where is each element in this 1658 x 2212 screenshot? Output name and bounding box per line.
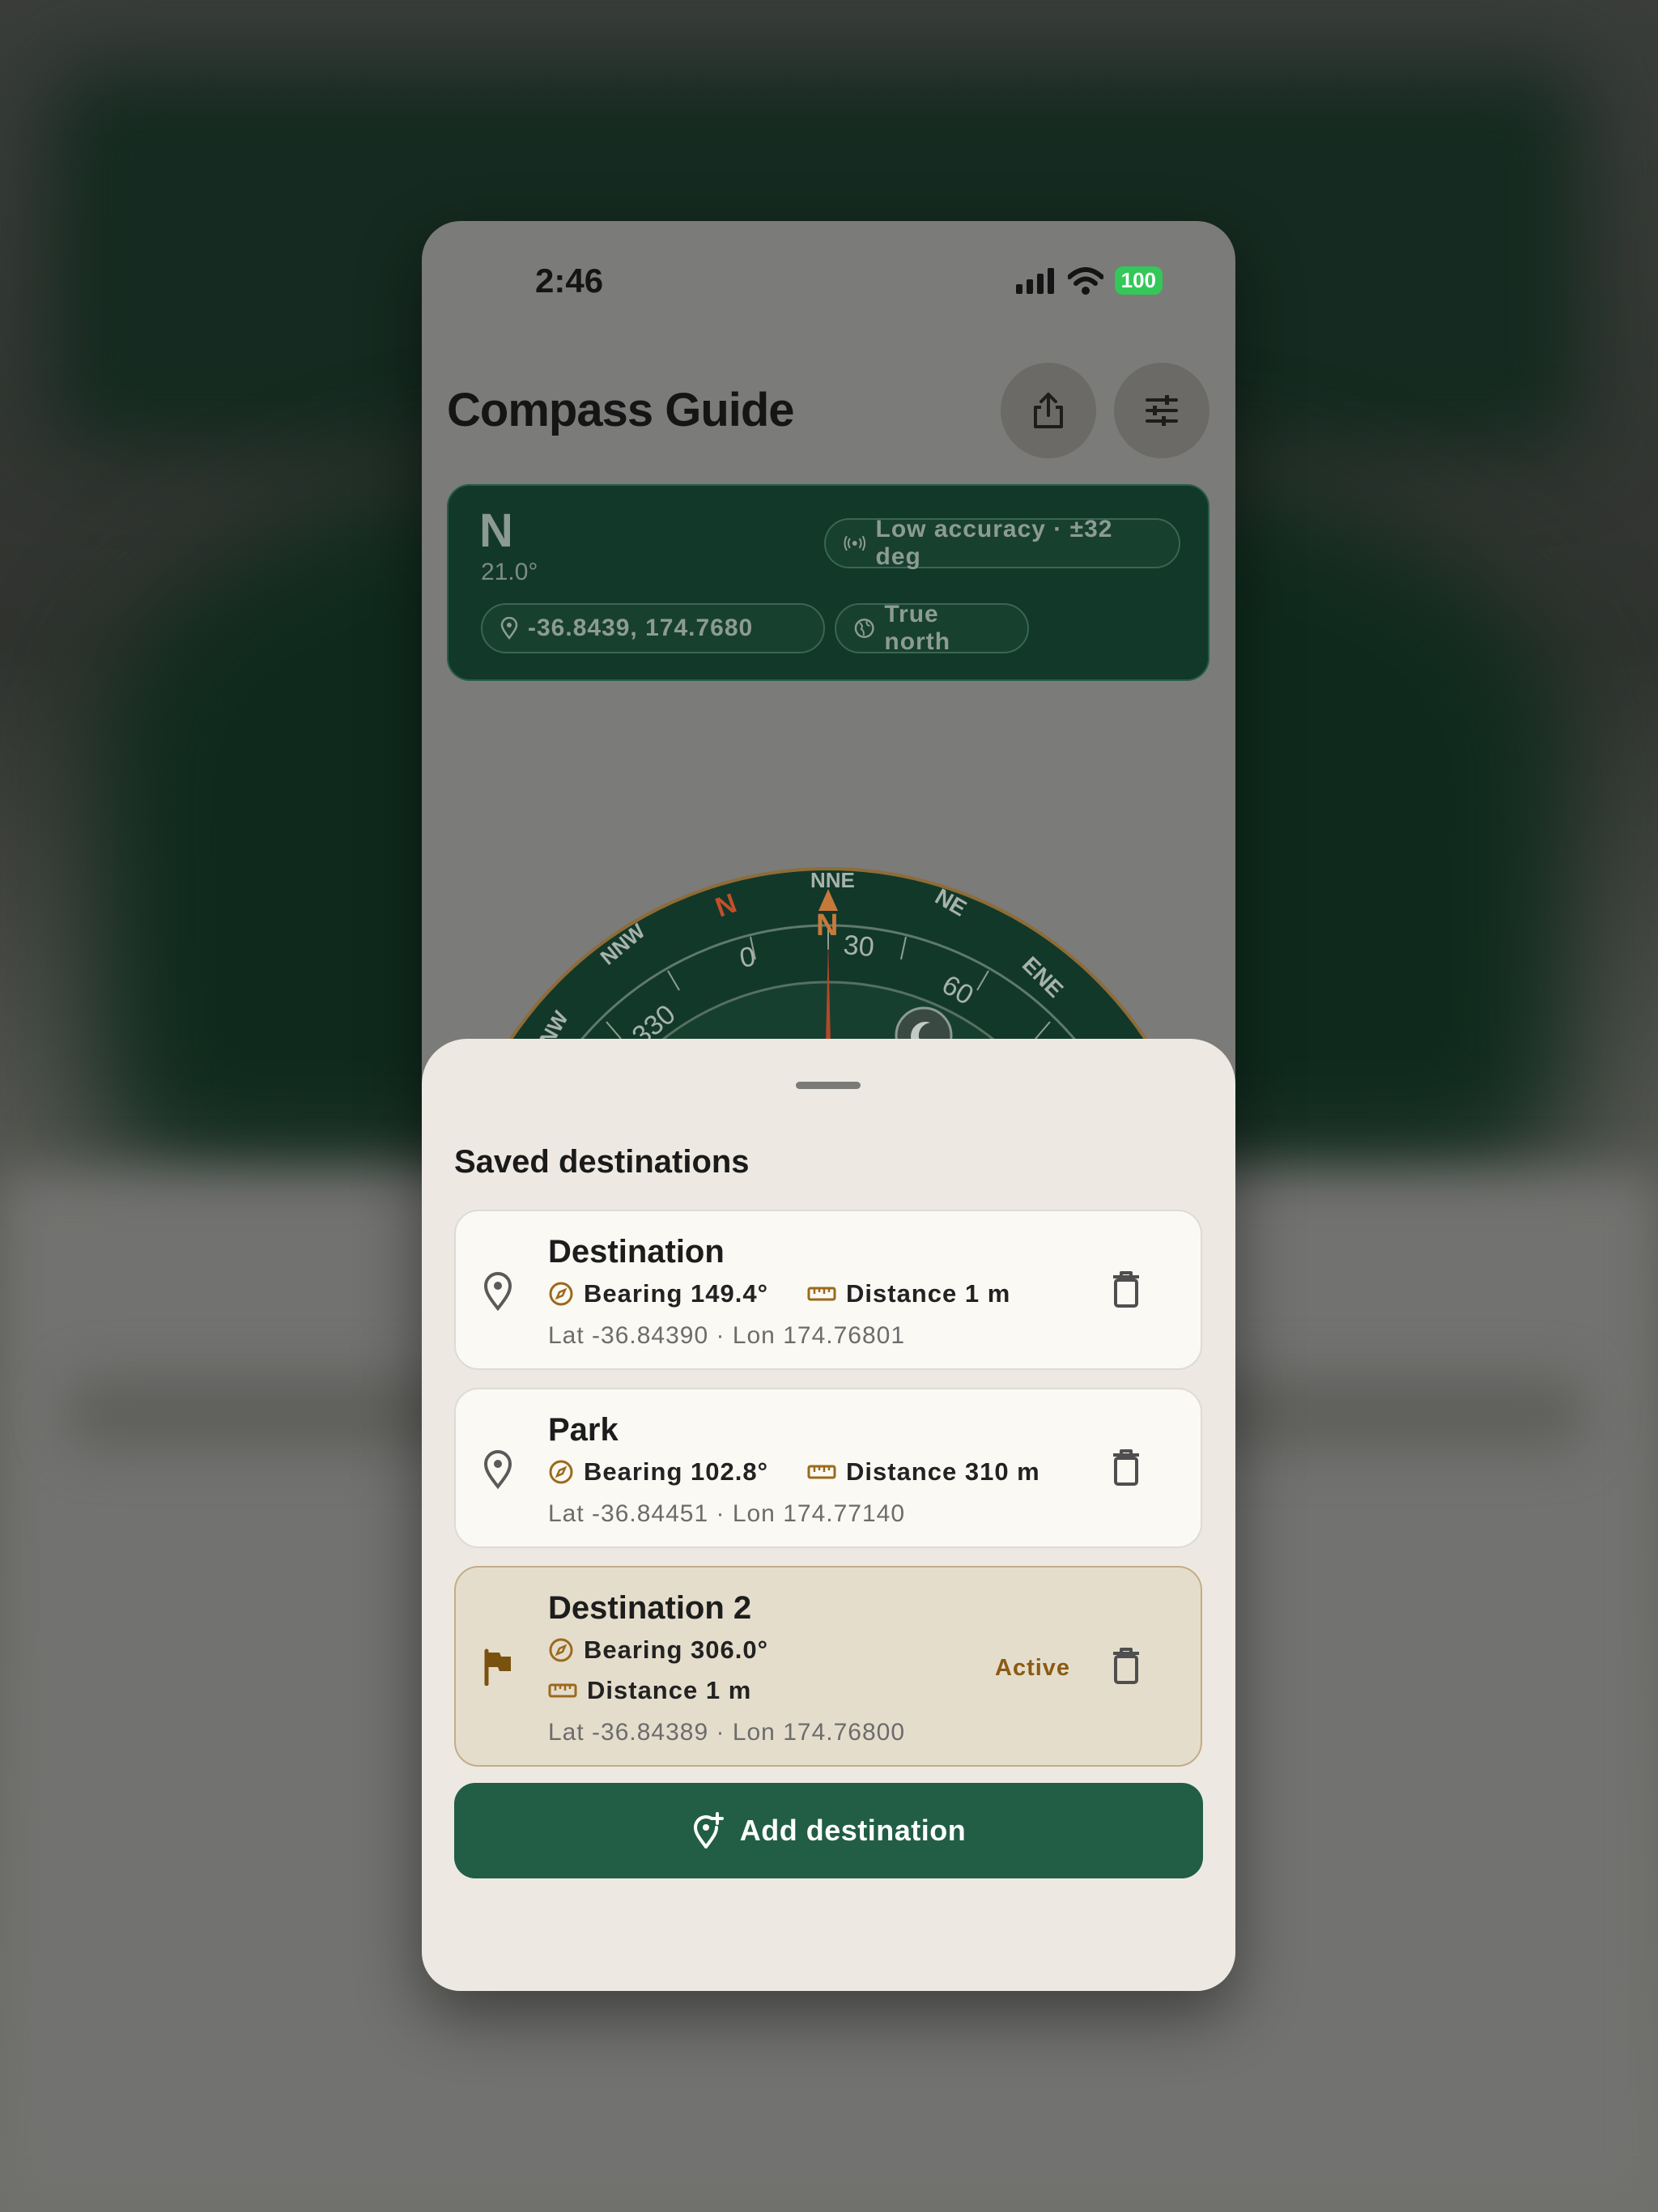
accuracy-badge: Low accuracy · ±32 deg bbox=[824, 516, 1180, 570]
compass-icon bbox=[549, 1282, 573, 1306]
sheet-title: Saved destinations bbox=[454, 1144, 750, 1180]
destination-name: Park bbox=[548, 1412, 619, 1448]
map-pin-icon bbox=[483, 1450, 512, 1489]
north-reference-badge[interactable]: True north bbox=[835, 601, 1029, 655]
trash-icon[interactable] bbox=[1112, 1449, 1141, 1487]
accuracy-text: Low accuracy · ±32 deg bbox=[875, 516, 1113, 570]
heading-card: N 21.0° Low accuracy · ±32 deg -36.8439,… bbox=[447, 484, 1209, 681]
degree-label-30: 30 bbox=[842, 929, 875, 963]
active-status-label: Active bbox=[995, 1655, 1071, 1681]
share-icon bbox=[1034, 393, 1063, 428]
bearing-text: Bearing 102.8° bbox=[584, 1457, 769, 1486]
compass-icon bbox=[549, 1460, 573, 1484]
north-reference-text: True north bbox=[884, 601, 951, 655]
settings-button[interactable] bbox=[1114, 363, 1209, 458]
distance-info: Distance 310 m bbox=[807, 1457, 1040, 1487]
signal-icon bbox=[1015, 267, 1054, 294]
status-bar: 2:46 100 bbox=[422, 221, 1235, 310]
share-button[interactable] bbox=[1001, 363, 1096, 458]
sliders-icon bbox=[1146, 395, 1178, 426]
compass-label-nne: NNE bbox=[810, 868, 855, 892]
trash-icon[interactable] bbox=[1112, 1648, 1141, 1685]
destination-card-active[interactable]: Destination 2 Bearing 306.0° Distance 1 … bbox=[454, 1566, 1202, 1767]
heading-pointer-label: N bbox=[816, 908, 838, 942]
battery-indicator: 100 bbox=[1114, 266, 1163, 295]
add-destination-label: Add destination bbox=[739, 1814, 967, 1847]
bearing-info: Bearing 149.4° bbox=[548, 1279, 768, 1308]
flag-icon bbox=[484, 1648, 511, 1686]
bearing-info: Bearing 306.0° bbox=[548, 1636, 768, 1665]
destination-name: Destination bbox=[548, 1234, 725, 1270]
distance-info: Distance 1 m bbox=[548, 1676, 751, 1705]
destination-latlon: Lat -36.84390 · Lon 174.76801 bbox=[548, 1322, 906, 1349]
destination-card[interactable]: Park Bearing 102.8° Distance 310 m Lat -… bbox=[454, 1388, 1202, 1548]
add-destination-button[interactable]: Add destination bbox=[454, 1783, 1203, 1878]
trash-icon[interactable] bbox=[1112, 1271, 1141, 1308]
compass-icon bbox=[549, 1638, 573, 1662]
sheet-drag-handle[interactable] bbox=[796, 1082, 861, 1089]
destination-latlon: Lat -36.84451 · Lon 174.77140 bbox=[548, 1500, 906, 1527]
heading-direction: N bbox=[479, 504, 513, 557]
destination-latlon: Lat -36.84389 · Lon 174.76800 bbox=[548, 1719, 906, 1746]
page-title: Compass Guide bbox=[447, 384, 795, 436]
wifi-icon bbox=[1067, 266, 1103, 295]
location-pin-icon bbox=[500, 617, 518, 640]
bearing-info: Bearing 102.8° bbox=[548, 1457, 768, 1487]
distance-text: Distance 1 m bbox=[587, 1676, 752, 1704]
ruler-icon bbox=[548, 1683, 577, 1698]
bearing-text: Bearing 306.0° bbox=[584, 1636, 769, 1664]
add-location-icon bbox=[693, 1812, 724, 1848]
distance-text: Distance 1 m bbox=[846, 1279, 1011, 1308]
saved-destinations-sheet: Saved destinations Destination Bearing 1… bbox=[422, 1039, 1235, 1991]
ruler-icon bbox=[807, 1465, 836, 1479]
app-window: 2:46 100 Compass Guide N 21.0° Low accur… bbox=[422, 221, 1235, 1991]
heading-degrees: 21.0° bbox=[481, 559, 538, 585]
status-time: 2:46 bbox=[535, 262, 604, 300]
distance-info: Distance 1 m bbox=[807, 1279, 1010, 1308]
map-pin-icon bbox=[483, 1272, 512, 1311]
globe-icon bbox=[854, 619, 874, 638]
coordinates-badge: -36.8439, 174.7680 bbox=[481, 603, 825, 653]
destination-card[interactable]: Destination Bearing 149.4° Distance 1 m … bbox=[454, 1210, 1202, 1370]
ruler-icon bbox=[807, 1287, 836, 1301]
distance-text: Distance 310 m bbox=[846, 1457, 1040, 1486]
coordinates-text: -36.8439, 174.7680 bbox=[528, 615, 754, 641]
bearing-text: Bearing 149.4° bbox=[584, 1279, 769, 1308]
broadcast-icon bbox=[844, 535, 866, 551]
destination-name: Destination 2 bbox=[548, 1590, 752, 1626]
